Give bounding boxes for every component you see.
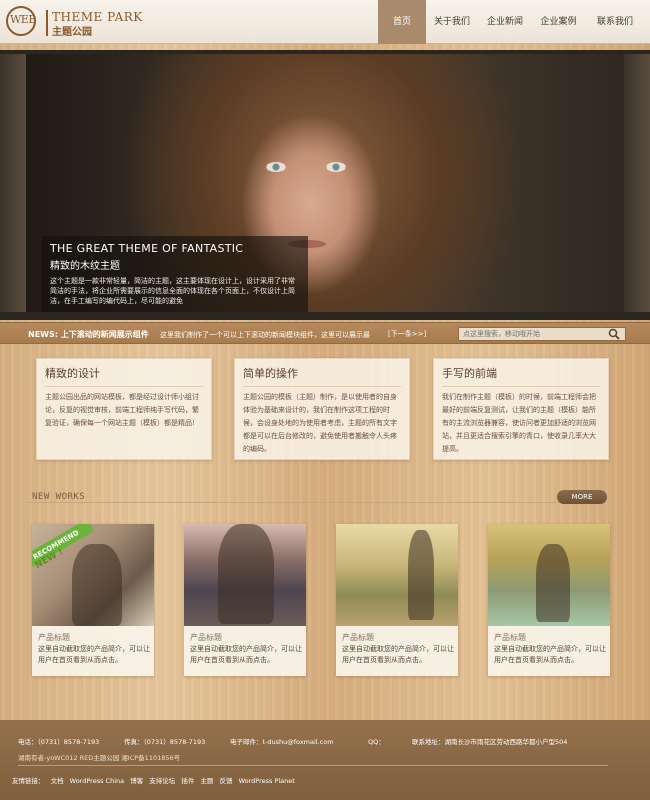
banner-caption: THE GREAT THEME OF FANTASTIC 精致的木纹主题 这个主… xyxy=(42,236,308,312)
footer-divider xyxy=(18,765,608,766)
footer-link[interactable]: 插件 xyxy=(181,777,194,785)
banner-text: 这个主题是一款非常轻量，简洁的主题，这主要体现在设计上，设计采用了非常简洁的手法… xyxy=(50,277,295,305)
feature-box-operation: 简单的操作 主题公园的模板（主题）制作，是以使用者的自身体验为基础来设计的，我们… xyxy=(234,358,410,460)
banner-subtitle: 精致的木纹主题 xyxy=(50,261,120,272)
feature-title: 手写的前端 xyxy=(442,365,600,387)
nav-news[interactable]: 企业新闻 xyxy=(478,0,532,44)
product-title[interactable]: 产品标题 xyxy=(190,632,222,643)
footer-qq: QQ： xyxy=(368,738,385,746)
footer: 电话：（0731）8578-7193 传真：（0731）8578-7193 电子… xyxy=(0,720,650,800)
logo-subtitle: 主题公园 xyxy=(52,27,92,38)
header: WEB THEME PARK 主题公园 首页 关于我们 企业新闻 企业案例 联系… xyxy=(0,0,650,44)
nav-cases[interactable]: 企业案例 xyxy=(532,0,585,44)
search-icon[interactable] xyxy=(608,328,620,340)
footer-link[interactable]: WordPress China xyxy=(70,777,124,785)
product-card[interactable]: 产品标题 这里自动截取您的产品简介，可以让用户在首页看到从而点击。 xyxy=(336,524,458,676)
feature-text: 主题公园的模板（主题）制作，是以使用者的自身体验为基础来设计的，我们在制作这项工… xyxy=(243,393,397,453)
footer-fax: 传真：（0731）8578-7193 xyxy=(124,738,206,746)
logo-divider xyxy=(46,10,48,36)
product-title[interactable]: 产品标题 xyxy=(342,632,374,643)
product-image[interactable] xyxy=(336,524,458,626)
feature-box-design: 精致的设计 主题公园出品的网站模板，都是经过设计师小组讨论，反复的视觉审核，前端… xyxy=(36,358,212,460)
banner-next-slide[interactable] xyxy=(624,54,650,312)
feature-title: 简单的操作 xyxy=(243,365,401,387)
product-title[interactable]: 产品标题 xyxy=(494,632,526,643)
nav-home[interactable]: 首页 xyxy=(378,0,426,44)
product-desc: 这里自动截取您的产品简介，可以让用户在首页看到从而点击。 xyxy=(190,645,302,664)
product-card[interactable]: RECOMMEND NEW ! 产品标题 这里自动截取您的产品简介，可以让用户在… xyxy=(32,524,154,676)
friend-links-label: 友情链接： xyxy=(12,777,45,785)
banner-title: THE GREAT THEME OF FANTASTIC xyxy=(50,242,244,255)
news-next-link[interactable]: [下一条>>] xyxy=(388,329,426,339)
footer-email[interactable]: 电子邮件：t-dushu@foxmail.com xyxy=(230,736,334,746)
banner-photo-detail xyxy=(326,162,346,172)
footer-link[interactable]: 文档 xyxy=(51,777,64,785)
feature-text: 主题公园出品的网站模板，都是经过设计师小组讨论，反复的视觉审核，前端工程师纯手写… xyxy=(45,393,199,427)
nav-about[interactable]: 关于我们 xyxy=(426,0,478,44)
footer-link[interactable]: 博客 xyxy=(130,777,143,785)
news-ticker-text[interactable]: 这里我们制作了一个可以上下滚动的新闻模块组件，这里可以展示最 xyxy=(160,330,386,340)
product-desc: 这里自动截取您的产品简介，可以让用户在首页看到从而点击。 xyxy=(494,645,606,664)
product-photo-detail xyxy=(408,530,434,620)
logo-title: THEME PARK xyxy=(52,10,143,24)
footer-phone: 电话：（0731）8578-7193 xyxy=(18,738,100,746)
new-works-heading: NEW WORKS xyxy=(32,492,86,502)
news-bar: NEWS: 上下滚动的新闻展示组件 这里我们制作了一个可以上下滚动的新闻模块组件… xyxy=(0,322,650,344)
product-image[interactable] xyxy=(184,524,306,626)
logo-web-text: WEB xyxy=(10,13,36,26)
product-photo-detail xyxy=(72,544,122,626)
product-title[interactable]: 产品标题 xyxy=(38,632,70,643)
footer-links: 友情链接： 文档 WordPress China 博客 支持论坛 插件 主题 反… xyxy=(12,775,299,785)
banner-prev-slide[interactable] xyxy=(0,54,26,312)
footer-copyright: 湖南有者-yoWC012 RED主题公园 湘ICP备1101856号 xyxy=(18,754,181,762)
feature-title: 精致的设计 xyxy=(45,365,203,387)
footer-address: 联系地址：湖南长沙市雨花区劳动西路华都小户型504 xyxy=(412,738,568,746)
main-nav: 首页 关于我们 企业新闻 企业案例 联系我们 xyxy=(378,0,645,44)
product-image[interactable]: RECOMMEND NEW ! xyxy=(32,524,154,626)
feature-text: 我们在制作主题（模板）的时候，前端工程师会把最好的前端反复测试，让我们的主题（模… xyxy=(442,393,596,453)
banner-slider: THE GREAT THEME OF FANTASTIC 精致的木纹主题 这个主… xyxy=(0,50,650,320)
banner-image[interactable]: THE GREAT THEME OF FANTASTIC 精致的木纹主题 这个主… xyxy=(26,54,624,312)
product-card[interactable]: 产品标题 这里自动截取您的产品简介，可以让用户在首页看到从而点击。 xyxy=(184,524,306,676)
product-photo-detail xyxy=(536,544,570,622)
footer-link[interactable]: WordPress Planet xyxy=(239,777,295,785)
logo[interactable]: WEB THEME PARK 主题公园 xyxy=(6,4,156,40)
nav-contact[interactable]: 联系我们 xyxy=(585,0,645,44)
section-divider xyxy=(28,502,610,503)
footer-link[interactable]: 主题 xyxy=(200,777,213,785)
news-label: NEWS: 上下滚动的新闻展示组件 xyxy=(28,330,149,339)
search-input[interactable] xyxy=(458,327,626,341)
product-desc: 这里自动截取您的产品简介，可以让用户在首页看到从而点击。 xyxy=(342,645,454,664)
product-card[interactable]: 产品标题 这里自动截取您的产品简介，可以让用户在首页看到从而点击。 xyxy=(488,524,610,676)
product-image[interactable] xyxy=(488,524,610,626)
feature-box-frontend: 手写的前端 我们在制作主题（模板）的时候，前端工程师会把最好的前端反复测试，让我… xyxy=(433,358,609,460)
footer-link[interactable]: 支持论坛 xyxy=(149,777,175,785)
footer-link[interactable]: 反馈 xyxy=(220,777,233,785)
product-desc: 这里自动截取您的产品简介，可以让用户在首页看到从而点击。 xyxy=(38,645,150,664)
more-button[interactable]: MORE xyxy=(557,490,607,504)
banner-photo-detail xyxy=(266,162,286,172)
product-photo-detail xyxy=(218,524,274,624)
